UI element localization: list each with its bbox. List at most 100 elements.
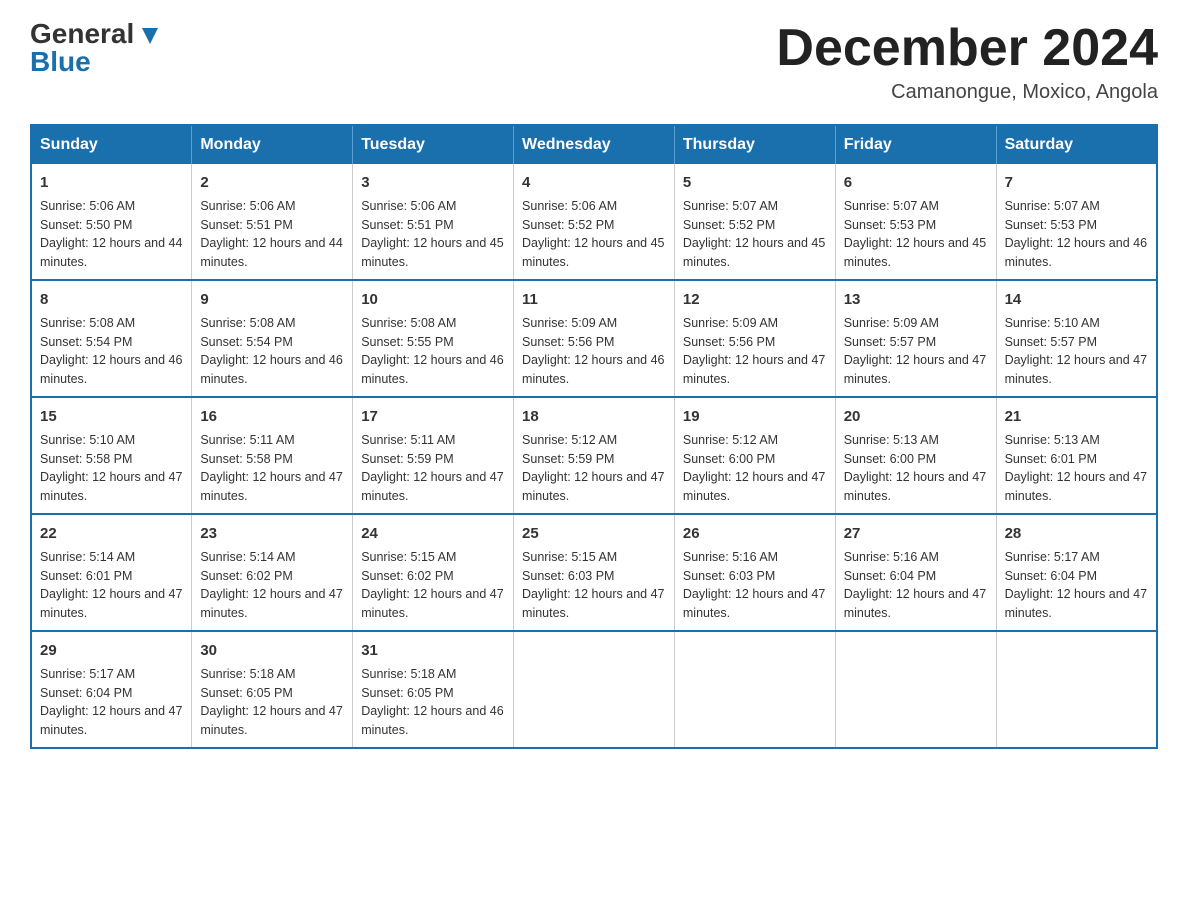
calendar-week-row: 22 Sunrise: 5:14 AMSunset: 6:01 PMDayligh… [31,514,1157,631]
calendar-cell: 5Sunrise: 5:07 AMSunset: 5:52 PMDaylight… [674,164,835,280]
day-info: Sunrise: 5:08 AMSunset: 5:54 PMDaylight:… [40,316,182,386]
day-info: Sunrise: 5:16 AMSunset: 6:03 PMDaylight:… [683,550,825,620]
day-info: Sunrise: 5:08 AMSunset: 5:55 PMDaylight:… [361,316,503,386]
day-info: Sunrise: 5:09 AMSunset: 5:56 PMDaylight:… [683,316,825,386]
calendar-cell: 23Sunrise: 5:14 AMSunset: 6:02 PMDayligh… [192,514,353,631]
day-number: 22 [40,523,183,544]
day-info: Sunrise: 5:15 AMSunset: 6:03 PMDaylight:… [522,550,664,620]
day-info: Sunrise: 5:17 AMSunset: 6:04 PMDaylight:… [40,667,182,737]
day-number: 14 [1005,289,1148,310]
day-info: Sunrise: 5:11 AMSunset: 5:58 PMDaylight:… [200,433,342,503]
calendar-cell [514,631,675,748]
calendar-header-row: SundayMondayTuesdayWednesdayThursdayFrid… [31,125,1157,164]
day-number: 9 [200,289,344,310]
day-info: Sunrise: 5:12 AMSunset: 5:59 PMDaylight:… [522,433,664,503]
day-info: Sunrise: 5:14 AMSunset: 6:01 PMDaylight:… [40,550,182,620]
day-info: Sunrise: 5:06 AMSunset: 5:52 PMDaylight:… [522,199,664,269]
calendar-week-row: 15 Sunrise: 5:10 AMSunset: 5:58 PMDayligh… [31,397,1157,514]
col-header-monday: Monday [192,125,353,164]
calendar-cell: 18 Sunrise: 5:12 AMSunset: 5:59 PMDayligh… [514,397,675,514]
day-number: 29 [40,640,183,661]
logo-blue-text: Blue [30,48,91,76]
calendar-cell: 28 Sunrise: 5:17 AMSunset: 6:04 PMDayligh… [996,514,1157,631]
logo-triangle-icon [142,28,158,44]
day-info: Sunrise: 5:06 AMSunset: 5:51 PMDaylight:… [361,199,503,269]
day-info: Sunrise: 5:14 AMSunset: 6:02 PMDaylight:… [200,550,342,620]
calendar-cell: 21 Sunrise: 5:13 AMSunset: 6:01 PMDayligh… [996,397,1157,514]
day-info: Sunrise: 5:09 AMSunset: 5:56 PMDaylight:… [522,316,664,386]
day-number: 8 [40,289,183,310]
calendar-cell: 3 Sunrise: 5:06 AMSunset: 5:51 PMDaylight… [353,164,514,280]
calendar-cell [674,631,835,748]
calendar-cell: 26 Sunrise: 5:16 AMSunset: 6:03 PMDayligh… [674,514,835,631]
calendar-cell: 30 Sunrise: 5:18 AMSunset: 6:05 PMDayligh… [192,631,353,748]
calendar-cell: 29 Sunrise: 5:17 AMSunset: 6:04 PMDayligh… [31,631,192,748]
calendar-cell: 10 Sunrise: 5:08 AMSunset: 5:55 PMDayligh… [353,280,514,397]
day-info: Sunrise: 5:11 AMSunset: 5:59 PMDaylight:… [361,433,503,503]
day-number: 6 [844,172,988,193]
day-info: Sunrise: 5:10 AMSunset: 5:57 PMDaylight:… [1005,316,1147,386]
calendar-cell: 11 Sunrise: 5:09 AMSunset: 5:56 PMDayligh… [514,280,675,397]
day-info: Sunrise: 5:18 AMSunset: 6:05 PMDaylight:… [200,667,342,737]
calendar-cell: 19Sunrise: 5:12 AMSunset: 6:00 PMDayligh… [674,397,835,514]
day-info: Sunrise: 5:18 AMSunset: 6:05 PMDaylight:… [361,667,503,737]
day-number: 27 [844,523,988,544]
calendar-cell: 9 Sunrise: 5:08 AMSunset: 5:54 PMDaylight… [192,280,353,397]
day-info: Sunrise: 5:09 AMSunset: 5:57 PMDaylight:… [844,316,986,386]
calendar-cell: 13 Sunrise: 5:09 AMSunset: 5:57 PMDayligh… [835,280,996,397]
calendar-cell: 7Sunrise: 5:07 AMSunset: 5:53 PMDaylight… [996,164,1157,280]
calendar-cell: 17Sunrise: 5:11 AMSunset: 5:59 PMDayligh… [353,397,514,514]
col-header-saturday: Saturday [996,125,1157,164]
day-info: Sunrise: 5:08 AMSunset: 5:54 PMDaylight:… [200,316,342,386]
calendar-cell: 24 Sunrise: 5:15 AMSunset: 6:02 PMDayligh… [353,514,514,631]
day-info: Sunrise: 5:06 AMSunset: 5:51 PMDaylight:… [200,199,342,269]
calendar-week-row: 8 Sunrise: 5:08 AMSunset: 5:54 PMDaylight… [31,280,1157,397]
day-info: Sunrise: 5:06 AMSunset: 5:50 PMDaylight:… [40,199,182,269]
day-number: 11 [522,289,666,310]
day-info: Sunrise: 5:17 AMSunset: 6:04 PMDaylight:… [1005,550,1147,620]
day-number: 31 [361,640,505,661]
day-number: 15 [40,406,183,427]
logo-general-text: General [30,18,158,49]
calendar-cell: 2 Sunrise: 5:06 AMSunset: 5:51 PMDaylight… [192,164,353,280]
col-header-tuesday: Tuesday [353,125,514,164]
day-number: 1 [40,172,183,193]
calendar-cell: 1 Sunrise: 5:06 AMSunset: 5:50 PMDaylight… [31,164,192,280]
day-number: 3 [361,172,505,193]
calendar-cell: 31 Sunrise: 5:18 AMSunset: 6:05 PMDayligh… [353,631,514,748]
day-number: 5 [683,172,827,193]
calendar-cell: 8 Sunrise: 5:08 AMSunset: 5:54 PMDaylight… [31,280,192,397]
col-header-thursday: Thursday [674,125,835,164]
day-info: Sunrise: 5:07 AMSunset: 5:53 PMDaylight:… [844,199,986,269]
day-info: Sunrise: 5:13 AMSunset: 6:00 PMDaylight:… [844,433,986,503]
calendar-cell: 15 Sunrise: 5:10 AMSunset: 5:58 PMDayligh… [31,397,192,514]
location-text: Camanongue, Moxico, Angola [776,81,1158,104]
calendar-cell: 25Sunrise: 5:15 AMSunset: 6:03 PMDayligh… [514,514,675,631]
day-number: 2 [200,172,344,193]
logo: General Blue [30,20,158,76]
day-number: 18 [522,406,666,427]
day-number: 24 [361,523,505,544]
col-header-friday: Friday [835,125,996,164]
day-number: 13 [844,289,988,310]
day-info: Sunrise: 5:16 AMSunset: 6:04 PMDaylight:… [844,550,986,620]
day-info: Sunrise: 5:07 AMSunset: 5:53 PMDaylight:… [1005,199,1147,269]
day-number: 30 [200,640,344,661]
day-info: Sunrise: 5:10 AMSunset: 5:58 PMDaylight:… [40,433,182,503]
day-number: 28 [1005,523,1148,544]
calendar-week-row: 1 Sunrise: 5:06 AMSunset: 5:50 PMDaylight… [31,164,1157,280]
title-block: December 2024 Camanongue, Moxico, Angola [776,20,1158,104]
day-number: 21 [1005,406,1148,427]
calendar-cell: 16Sunrise: 5:11 AMSunset: 5:58 PMDayligh… [192,397,353,514]
day-number: 26 [683,523,827,544]
month-title: December 2024 [776,20,1158,77]
day-number: 12 [683,289,827,310]
calendar-week-row: 29 Sunrise: 5:17 AMSunset: 6:04 PMDayligh… [31,631,1157,748]
logo-top-line: General [30,20,158,48]
day-info: Sunrise: 5:13 AMSunset: 6:01 PMDaylight:… [1005,433,1147,503]
calendar-cell: 22 Sunrise: 5:14 AMSunset: 6:01 PMDayligh… [31,514,192,631]
day-info: Sunrise: 5:15 AMSunset: 6:02 PMDaylight:… [361,550,503,620]
day-number: 20 [844,406,988,427]
calendar-cell [835,631,996,748]
day-number: 10 [361,289,505,310]
